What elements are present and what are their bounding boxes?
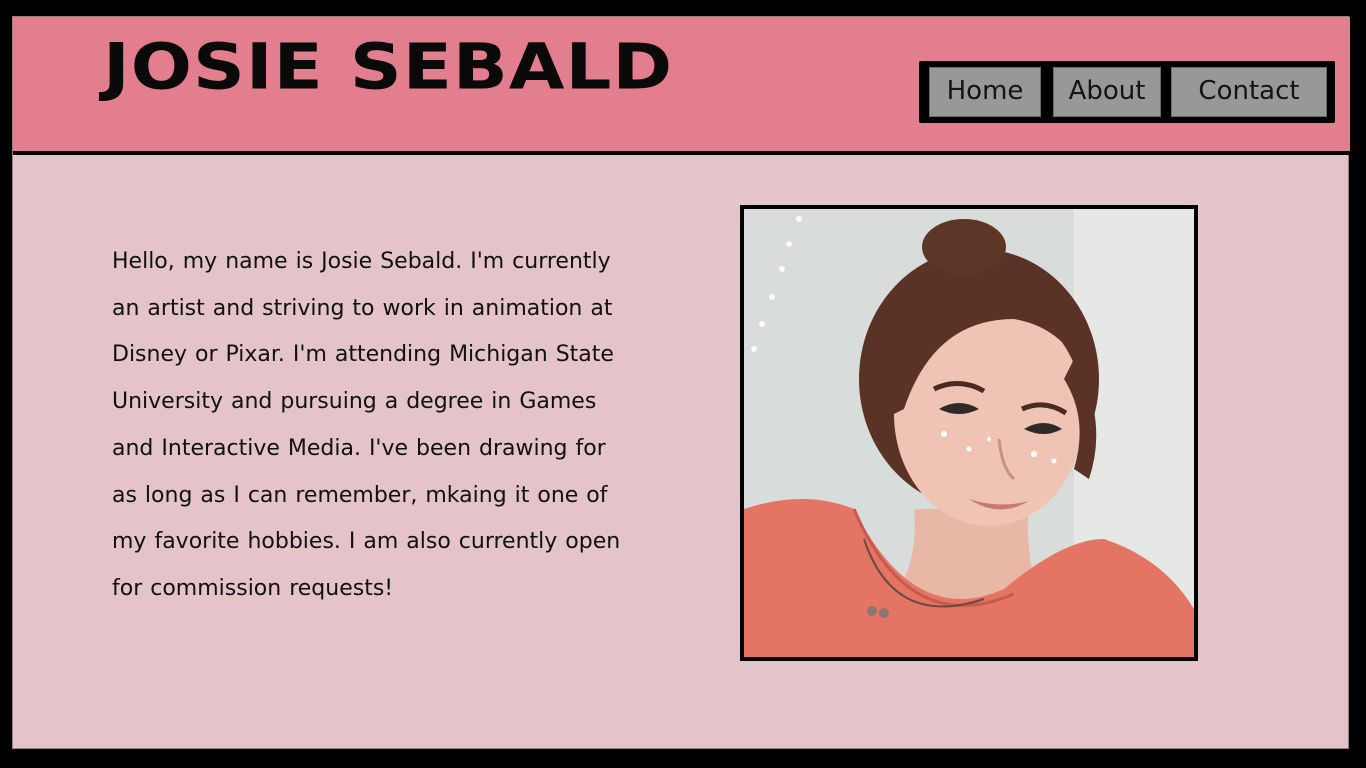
- bio-text: Hello, my name is Josie Sebald. I'm curr…: [112, 249, 621, 601]
- nav-contact-button[interactable]: Contact: [1171, 67, 1327, 117]
- nav-about-button[interactable]: About: [1053, 67, 1161, 117]
- profile-photo-illustration: [744, 209, 1194, 657]
- main-nav: Home About Contact: [919, 61, 1335, 123]
- profile-photo: [740, 205, 1198, 661]
- site-header: JOSIE SEBALD Home About Contact: [13, 17, 1350, 155]
- site-title: JOSIE SEBALD: [103, 29, 674, 104]
- page-frame: JOSIE SEBALD Home About Contact Hello, m…: [12, 16, 1350, 749]
- nav-home-button[interactable]: Home: [929, 67, 1041, 117]
